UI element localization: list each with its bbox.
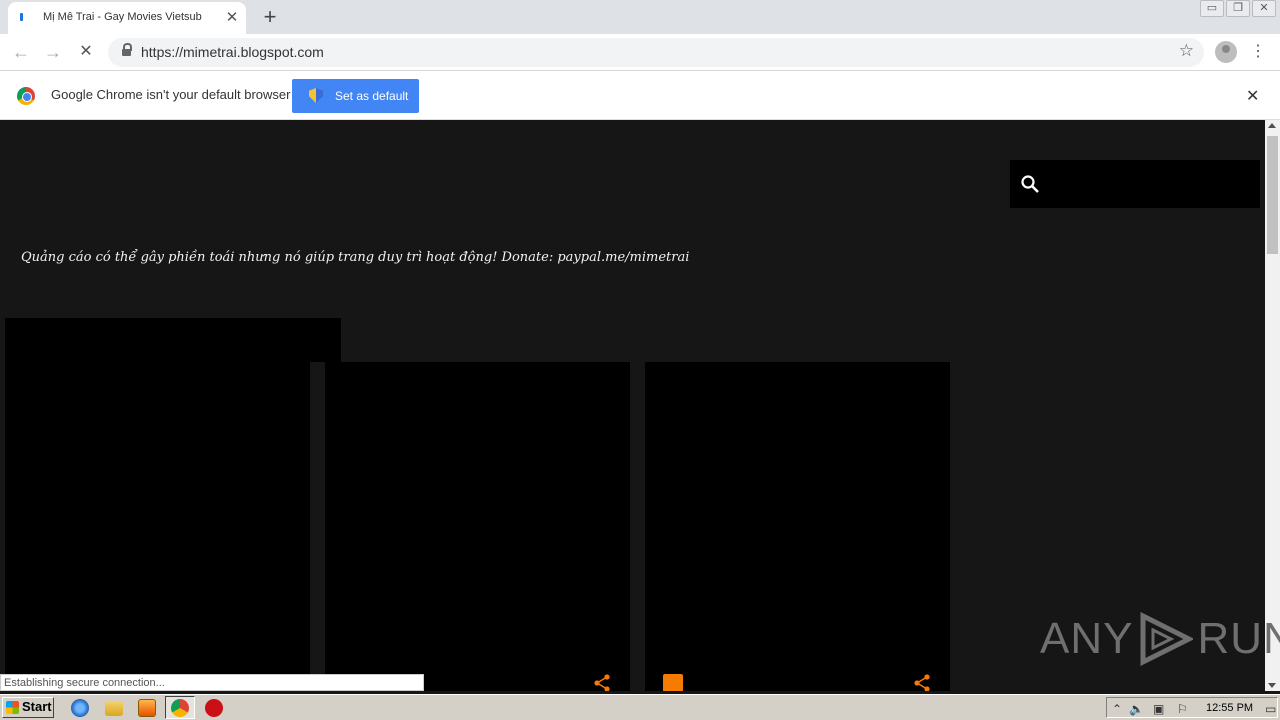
post-card-header[interactable] (5, 318, 341, 362)
stop-loading-button[interactable]: ✕ (74, 40, 98, 64)
back-button[interactable]: ← (9, 40, 33, 64)
default-browser-infobar: Google Chrome isn't your default browser… (0, 71, 1280, 120)
scroll-up-arrow-icon[interactable] (1268, 123, 1276, 128)
post-card[interactable] (325, 362, 630, 691)
network-icon[interactable]: ▣ (1153, 702, 1164, 716)
share-icon[interactable] (913, 674, 931, 691)
profile-avatar-icon[interactable] (1215, 41, 1237, 63)
opera-icon[interactable] (205, 699, 223, 717)
forward-button[interactable]: → (41, 40, 65, 64)
volume-icon[interactable]: 🔈 (1129, 702, 1144, 716)
window-controls: ▭ ❐ ✕ (1200, 0, 1276, 20)
bookmark-star-icon[interactable]: ☆ (1179, 41, 1194, 61)
infobar-message: Google Chrome isn't your default browser (51, 87, 291, 102)
restore-button[interactable]: ❐ (1226, 0, 1250, 17)
lock-icon[interactable] (122, 43, 132, 58)
chrome-logo-icon (17, 87, 35, 105)
share-icon[interactable] (593, 674, 611, 691)
show-hidden-icons-icon[interactable]: ⌃ (1112, 702, 1122, 716)
page-scrollbar[interactable] (1265, 120, 1280, 691)
address-bar[interactable]: https://mimetrai.blogspot.com ☆ (108, 38, 1204, 67)
set-as-default-label: Set as default (335, 89, 409, 103)
new-tab-button[interactable]: + (258, 4, 282, 30)
favicon-icon (20, 13, 23, 21)
chrome-taskbar-button[interactable] (165, 696, 195, 719)
web-page: Quảng cáo có thể gây phiền toái nhưng nó… (0, 120, 1265, 691)
scroll-down-arrow-icon[interactable] (1268, 683, 1276, 688)
anyrun-watermark: ANY RUN (1040, 612, 1280, 666)
watermark-text-left: ANY (1040, 614, 1134, 663)
minimize-button[interactable]: ▭ (1200, 0, 1224, 17)
post-card[interactable] (645, 362, 950, 691)
chrome-menu-button[interactable]: ⋮ (1250, 41, 1266, 63)
ad-notice-text: Quảng cáo có thể gây phiền toái nhưng nó… (21, 250, 690, 265)
tab-title: Mị Mê Trai - Gay Movies Vietsub (43, 11, 202, 23)
close-window-button[interactable]: ✕ (1252, 0, 1276, 17)
chrome-icon (171, 699, 189, 717)
comment-icon[interactable] (663, 674, 683, 691)
taskbar-clock[interactable]: 12:55 PM (1206, 702, 1253, 714)
url-text[interactable]: https://mimetrai.blogspot.com (141, 44, 324, 60)
site-search-box[interactable] (1010, 160, 1260, 208)
browser-tab[interactable]: Mị Mê Trai - Gay Movies Vietsub ✕ (8, 2, 246, 34)
file-explorer-icon[interactable] (105, 701, 123, 716)
post-card[interactable] (5, 362, 310, 691)
uac-shield-icon (309, 88, 323, 103)
tab-close-icon[interactable]: ✕ (224, 8, 240, 28)
media-player-icon[interactable] (138, 699, 156, 717)
infobar-close-icon[interactable]: ✕ (1246, 86, 1259, 106)
tab-strip: Mị Mê Trai - Gay Movies Vietsub ✕ + ▭ ❐ … (0, 0, 1280, 34)
play-logo-icon (1140, 612, 1194, 666)
status-bubble: Establishing secure connection... (0, 674, 424, 691)
internet-explorer-icon[interactable] (71, 699, 89, 717)
windows-logo-icon (6, 701, 19, 714)
search-icon[interactable] (1020, 174, 1040, 194)
action-center-flag-icon[interactable]: ⚐ (1177, 702, 1188, 716)
start-label: Start (22, 699, 52, 714)
show-desktop-icon[interactable]: ▭ (1265, 702, 1276, 716)
watermark-text-right: RUN (1197, 614, 1280, 663)
scrollbar-thumb[interactable] (1267, 136, 1278, 254)
windows-taskbar: Start ⌃ 🔈 ▣ ⚐ ▭ 12:55 PM (0, 694, 1280, 720)
set-as-default-button[interactable]: Set as default (292, 79, 419, 113)
browser-toolbar: ← → ✕ https://mimetrai.blogspot.com ☆ (0, 34, 1280, 71)
start-button[interactable]: Start (2, 697, 54, 718)
